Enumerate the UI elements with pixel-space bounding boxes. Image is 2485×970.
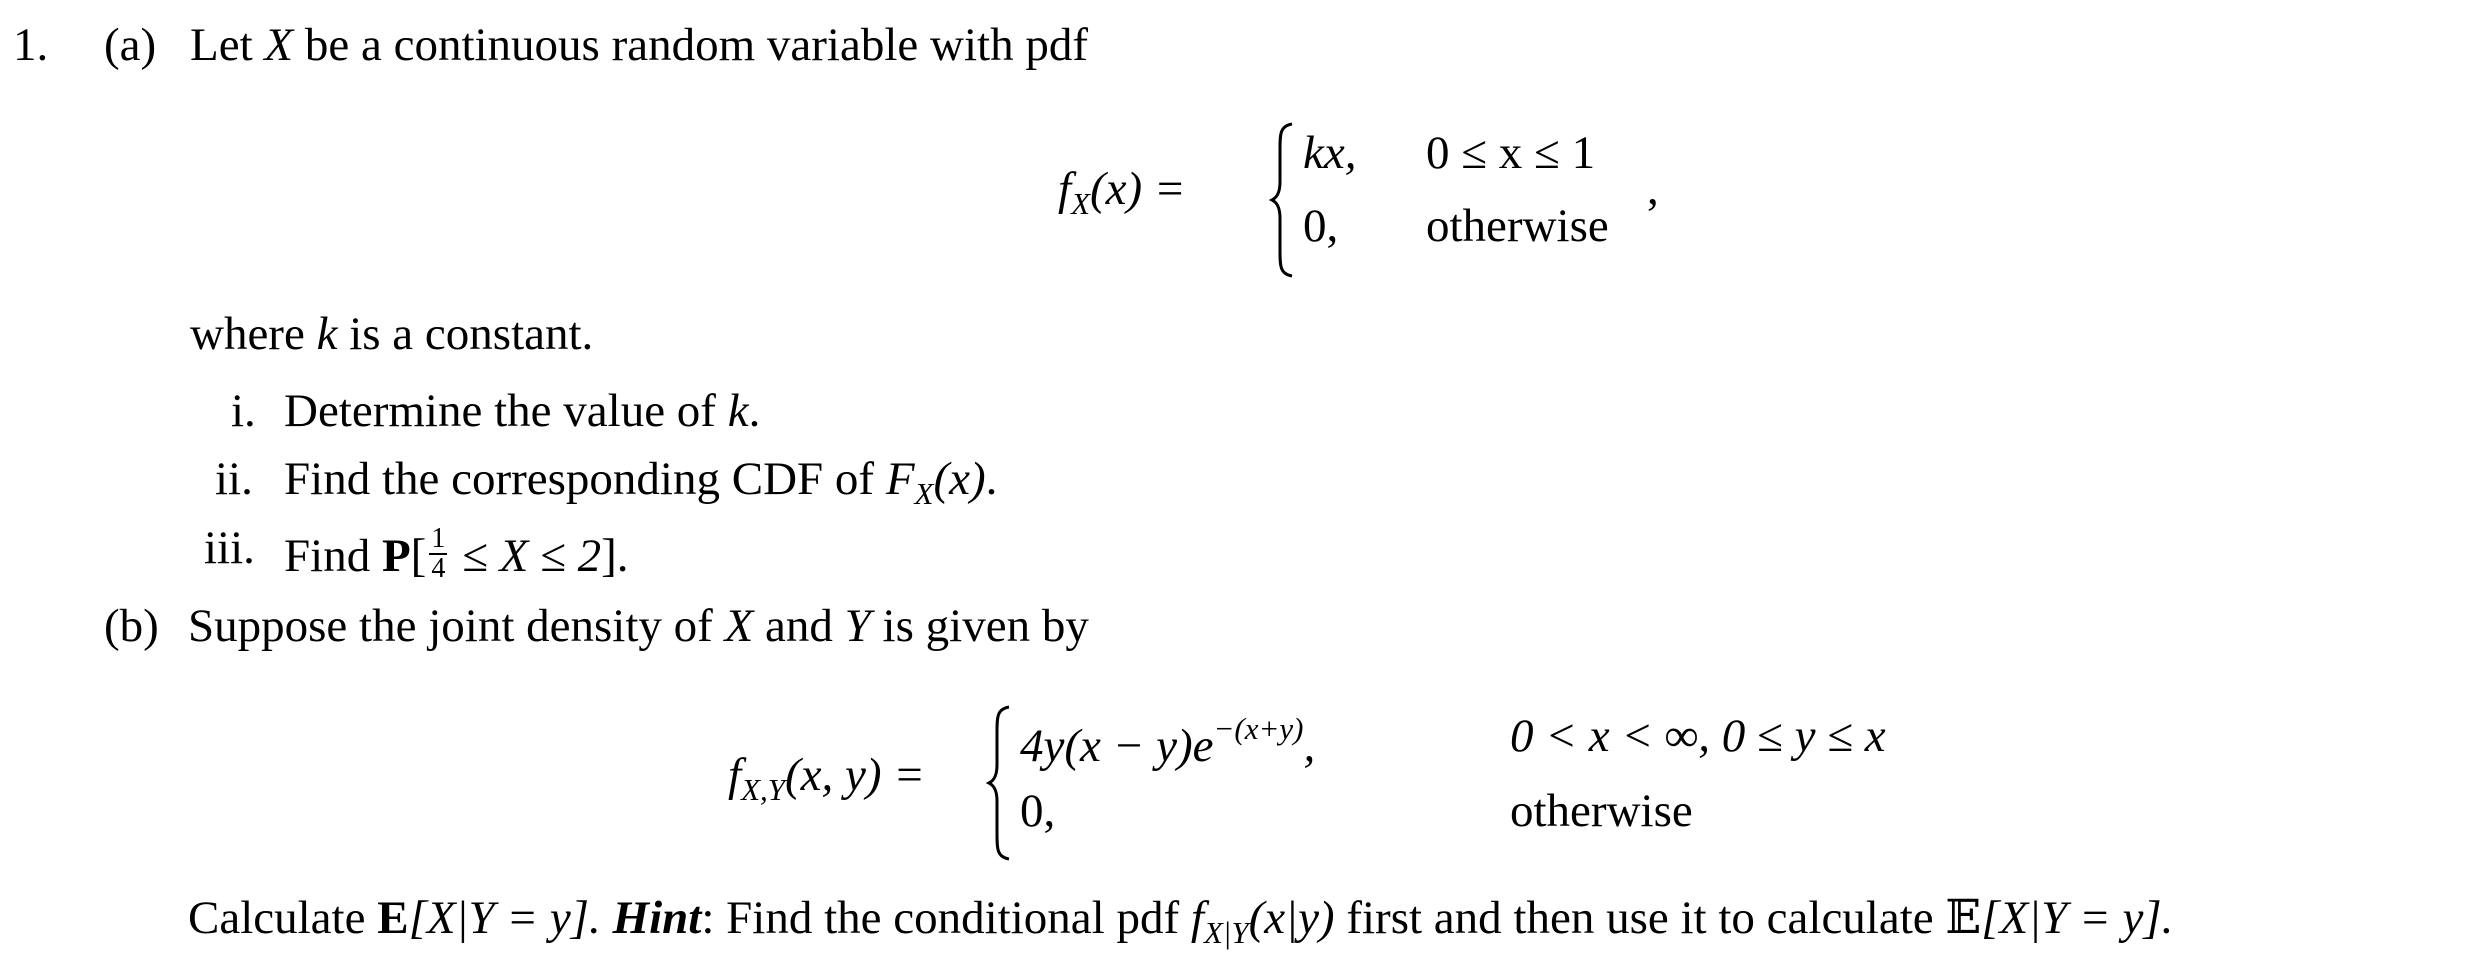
where-post: is a constant. [349,308,594,360]
pdf-sub: X [1071,186,1090,221]
bracket-close: ]. [601,530,629,582]
hint-f-sub: X|Y [1203,915,1249,950]
joint-f: f [728,749,742,801]
case1-cond-a: 0 ≤ x ≤ 1 [1426,127,1596,179]
joint-pdf-lhs: fX,Y(x, y) = [728,749,925,807]
pdf-f: f [1058,163,1072,215]
hint-f: f [1190,892,1204,944]
item-ii-pre: Find the corresponding CDF of [284,453,875,505]
case2-cond-a: otherwise [1426,200,1609,252]
case1-b-comma: , [1303,720,1316,772]
bracket-open: [ [410,530,427,582]
hint-expr: [X|Y = y]. [1981,892,2174,944]
item-i-post: . [748,385,761,437]
item-iii-math: ≤ X ≤ 2 [462,530,602,582]
task-pre: Calculate [188,892,366,944]
item-i-num: i. [231,385,256,437]
prob-P: P [381,530,411,582]
hint-rest: first and then use it to calculate [1346,892,1934,944]
task-line: Calculate E[X|Y = y]. Hint: Find the con… [188,892,2174,950]
b-and: and [765,600,833,652]
item-ii-num: ii. [215,453,253,505]
part-a-intro: Let X be a continuous random variable wi… [190,22,1088,69]
pdf-arg: (x) = [1090,163,1186,215]
b-var-y: Y [844,600,871,652]
intro-let: Let [190,19,253,71]
item-iii-text: Find P[1 4 ≤ X ≤ 2]. [284,525,629,583]
case1-cond-b: 0 < x < ∞, 0 ≤ y ≤ x [1510,710,1886,762]
hint-f-arg: (x|y) [1248,892,1335,944]
item-i-math: k [727,385,749,437]
item-i-text: Determine the value of k. [284,388,760,435]
joint-sub: X,Y [741,772,785,807]
pdf-lhs: fX(x) = [1058,163,1186,221]
case1-b-exp: −(x+y) [1213,711,1304,746]
b-intro: Suppose the joint density of [188,600,713,652]
case1-b-main: 4y(x − y)e [1020,720,1214,772]
hint-label: Hint [612,892,702,944]
where-pre: where [190,308,305,360]
case1-expr-a: kx, [1303,127,1357,179]
frac-num: 1 [429,523,448,555]
var-x: X [264,19,294,71]
left-brace-b [985,705,1010,861]
case2-cond-b: otherwise [1510,785,1693,837]
where-line: where k is a constant. [190,311,593,358]
item-ii-sub: X [914,476,934,511]
case2-expr-a: 0, [1303,200,1339,252]
b-intro-rest: is given by [882,600,1089,652]
item-iii-num: iii. [204,522,255,574]
item-ii-text: Find the corresponding CDF of FX(x). [284,453,998,511]
frac-den: 4 [431,553,446,584]
part-a-label: (a) [104,19,157,71]
where-k: k [316,308,338,360]
fraction: 14 [429,523,448,584]
task-expr: [X|Y = y]. [408,892,601,944]
intro-rest: be a continuous random variable with pdf [304,19,1088,71]
case2-expr-b: 0, [1020,785,1056,837]
left-brace-a [1268,122,1293,278]
item-ii-post: . [985,453,998,505]
joint-arg: (x, y) = [785,749,925,801]
item-iii-pre: Find [284,530,371,582]
part-b-label: (b) [104,600,159,652]
b-var-x: X [724,600,754,652]
item-ii-math: F [885,453,915,505]
task-E: E [377,892,409,944]
hint-E: 𝔼 [1945,892,1982,944]
case1-expr-b: 4y(x − y)e−(x+y), [1020,713,1315,770]
trailing-comma-a: , [1647,163,1659,215]
item-i-pre: Determine the value of [284,385,716,437]
hint-text: : Find the conditional pdf [701,892,1180,944]
problem-number: 1. [13,19,49,71]
item-ii-arg: (x) [933,453,986,505]
part-b-intro: Suppose the joint density of X and Y is … [188,603,1089,650]
